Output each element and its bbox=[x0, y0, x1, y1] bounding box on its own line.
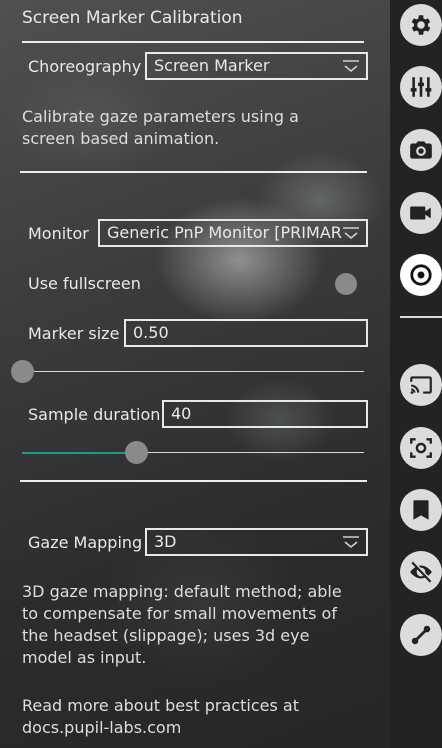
monitor-select[interactable]: Generic PnP Monitor [PRIMAR bbox=[98, 219, 368, 247]
dropdown-icon bbox=[343, 536, 359, 549]
sample-duration-slider-handle[interactable] bbox=[125, 441, 148, 464]
choreography-select[interactable]: Screen Marker bbox=[145, 52, 368, 80]
sample-duration-slider-fill bbox=[22, 452, 136, 454]
pen-tool-icon bbox=[411, 625, 431, 645]
eye-off-icon bbox=[410, 561, 433, 583]
section-divider bbox=[20, 171, 367, 173]
annotation-button[interactable] bbox=[400, 489, 442, 531]
bookmark-icon bbox=[413, 500, 429, 520]
focus-scan-icon bbox=[410, 438, 432, 458]
more-info-text: Read more about best practices at docs.p… bbox=[22, 696, 299, 737]
monitor-label: Monitor bbox=[28, 224, 89, 243]
marker-size-value: 0.50 bbox=[133, 323, 169, 342]
marker-size-slider-track[interactable] bbox=[22, 371, 364, 372]
calibration-panel: Screen Marker Calibration Choreography S… bbox=[0, 0, 390, 748]
choreography-label: Choreography bbox=[28, 57, 142, 76]
surface-tracker-button[interactable] bbox=[400, 427, 442, 469]
gaze-mapping-select[interactable]: 3D bbox=[145, 528, 368, 556]
sample-duration-label: Sample duration bbox=[28, 405, 161, 424]
capture-button[interactable] bbox=[400, 129, 442, 171]
calibration-button[interactable] bbox=[400, 254, 442, 296]
video-camera-icon bbox=[410, 206, 431, 220]
dropdown-icon bbox=[343, 60, 359, 73]
sample-duration-input[interactable]: 40 bbox=[162, 400, 368, 428]
settings-button[interactable] bbox=[400, 4, 442, 46]
plugin-manager-button[interactable] bbox=[400, 66, 442, 108]
sidebar-divider bbox=[400, 316, 442, 318]
sample-duration-value: 40 bbox=[171, 404, 192, 423]
marker-size-label: Marker size bbox=[28, 324, 120, 343]
title-divider bbox=[22, 41, 364, 43]
panel-title: Screen Marker Calibration bbox=[22, 8, 243, 28]
marker-size-input[interactable]: 0.50 bbox=[124, 319, 368, 347]
gaze-mapping-label: Gaze Mapping bbox=[28, 533, 143, 552]
gear-icon bbox=[411, 15, 431, 35]
fullscreen-toggle[interactable] bbox=[335, 273, 357, 295]
camera-icon bbox=[410, 141, 432, 159]
gaze-mapping-value: 3D bbox=[154, 532, 177, 551]
cast-icon bbox=[410, 376, 432, 394]
blink-detection-button[interactable] bbox=[400, 551, 442, 593]
sliders-icon bbox=[410, 77, 432, 97]
section-divider bbox=[20, 480, 367, 482]
gaze-mapping-description: 3D gaze mapping: default method; able to… bbox=[22, 582, 342, 667]
icon-sidebar bbox=[390, 0, 442, 748]
network-api-button[interactable] bbox=[400, 364, 442, 406]
fixation-detector-button[interactable] bbox=[400, 614, 442, 656]
marker-size-slider-handle[interactable] bbox=[11, 360, 34, 383]
dropdown-icon bbox=[343, 227, 359, 240]
calibration-description: Calibrate gaze parameters using a screen… bbox=[22, 107, 299, 148]
calibration-target-icon bbox=[410, 264, 432, 286]
fullscreen-label: Use fullscreen bbox=[28, 274, 141, 293]
monitor-value: Generic PnP Monitor [PRIMAR bbox=[107, 223, 342, 242]
choreography-value: Screen Marker bbox=[154, 56, 270, 75]
recorder-button[interactable] bbox=[400, 192, 442, 234]
